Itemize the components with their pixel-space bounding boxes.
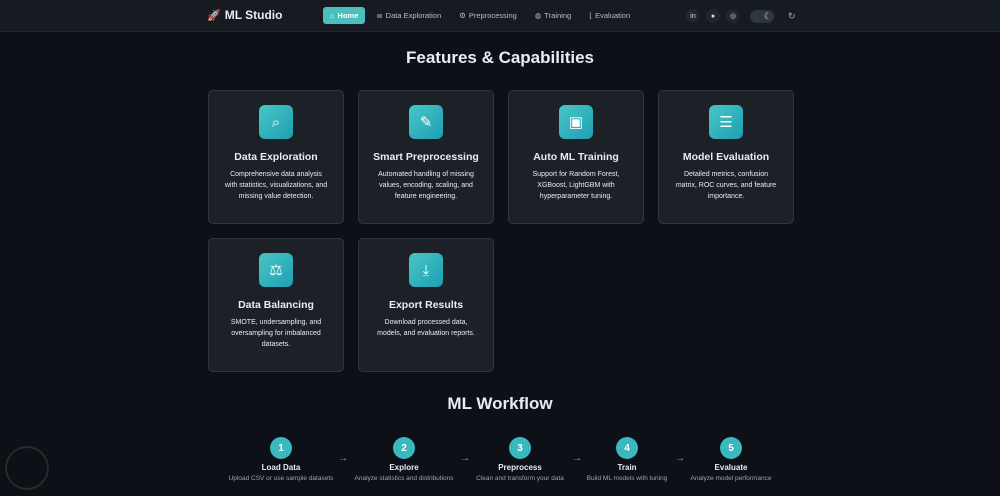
card-title: Auto ML Training [533, 151, 619, 163]
nav-label: Evaluation [595, 11, 631, 20]
watermark-logo [5, 446, 49, 490]
card-desc: SMOTE, undersampling, and oversampling f… [230, 319, 322, 348]
step-number: 4 [616, 437, 638, 459]
card-desc: Automated handling of missing values, en… [378, 171, 474, 200]
feature-card-model-evaluation[interactable]: ☰ Model Evaluation Detailed metrics, confu… [658, 90, 794, 224]
feature-card-export-results[interactable]: ⤓ Export Results Download processed data, … [358, 238, 494, 372]
card-title: Model Evaluation [682, 151, 770, 163]
step-number: 5 [720, 437, 742, 459]
step-desc: Analyze statistics and distributions [354, 475, 454, 482]
nav-evaluation[interactable]: ⌊ Evaluation [582, 7, 637, 24]
search-icon: ⌕ [259, 105, 293, 139]
card-desc: Detailed metrics, confusion matrix, ROC … [675, 171, 777, 200]
step-desc: Upload CSV or use sample datasets [228, 475, 334, 482]
card-title: Data Exploration [234, 151, 318, 163]
step-label: Explore [389, 463, 419, 472]
navbar: 🚀 ML Studio ⌂ Home ≣ Data Exploration ⚙ Prep… [0, 0, 1000, 32]
nav-label: Preprocessing [468, 11, 517, 20]
card-desc: Support for Random Forest, XGBoost, Ligh… [532, 171, 620, 200]
card-title: Smart Preprocessing [373, 151, 479, 163]
cogs-icon: ⚙ [459, 11, 466, 20]
card-desc: Comprehensive data analysis with statist… [224, 171, 328, 200]
theme-toggle[interactable]: ☾ [750, 9, 774, 23]
nav-training[interactable]: ◍ Training [528, 7, 578, 24]
workflow-step: 2 Explore Analyze statistics and distribut… [339, 437, 469, 482]
nav-label: Home [337, 11, 359, 20]
nav-home[interactable]: ⌂ Home [323, 7, 366, 24]
feature-card-auto-ml-training[interactable]: ▣ Auto ML Training Support for Random Fore… [508, 90, 644, 224]
card-title: Export Results [388, 299, 464, 311]
chart-icon: ☰ [709, 105, 743, 139]
brand-name: ML Studio [224, 8, 283, 22]
brand-logo[interactable]: 🚀 ML Studio [207, 8, 282, 22]
brain-icon: ◍ [534, 11, 542, 20]
step-number: 1 [270, 437, 292, 459]
database-icon: ≣ [376, 11, 383, 20]
download-icon: ⤓ [409, 253, 443, 287]
balance-scale-icon: ⚖ [259, 253, 293, 287]
step-number: 2 [393, 437, 415, 459]
workflow-title: ML Workflow [447, 394, 553, 413]
pencil-icon: ✎ [409, 105, 443, 139]
chart-line-icon: ⌊ [589, 11, 593, 20]
workflow-step: 5 Evaluate Analyze model performance [666, 437, 796, 482]
rocket-icon: 🚀 [207, 9, 221, 22]
robot-icon: ▣ [559, 105, 593, 139]
step-label: Load Data [261, 463, 301, 472]
instagram-icon[interactable]: ◎ [726, 9, 740, 23]
step-label: Evaluate [714, 463, 748, 472]
nav-data-exploration[interactable]: ≣ Data Exploration [369, 7, 448, 24]
refresh-icon[interactable]: ↻ [788, 11, 796, 22]
nav-label: Data Exploration [385, 11, 442, 20]
card-title: Data Balancing [238, 299, 314, 311]
step-number: 3 [509, 437, 531, 459]
linkedin-icon[interactable]: in [686, 9, 700, 23]
feature-card-data-exploration[interactable]: ⌕ Data Exploration Comprehensive data anal… [208, 90, 344, 224]
features-title: Features & Capabilities [405, 48, 594, 67]
workflow-step: 1 Load Data Upload CSV or use sample datas… [216, 437, 346, 482]
nav-label: Training [544, 11, 572, 20]
feature-card-smart-preprocessing[interactable]: ✎ Smart Preprocessing Automated handling o… [358, 90, 494, 224]
github-icon[interactable]: ● [706, 9, 720, 23]
home-icon: ⌂ [330, 11, 335, 20]
nav-preprocessing[interactable]: ⚙ Preprocessing [452, 7, 524, 24]
moon-icon: ☾ [763, 10, 772, 21]
card-desc: Download processed data, models, and eva… [377, 319, 475, 337]
step-desc: Analyze model performance [690, 475, 772, 482]
feature-card-data-balancing[interactable]: ⚖ Data Balancing SMOTE, undersampling, and… [208, 238, 344, 372]
